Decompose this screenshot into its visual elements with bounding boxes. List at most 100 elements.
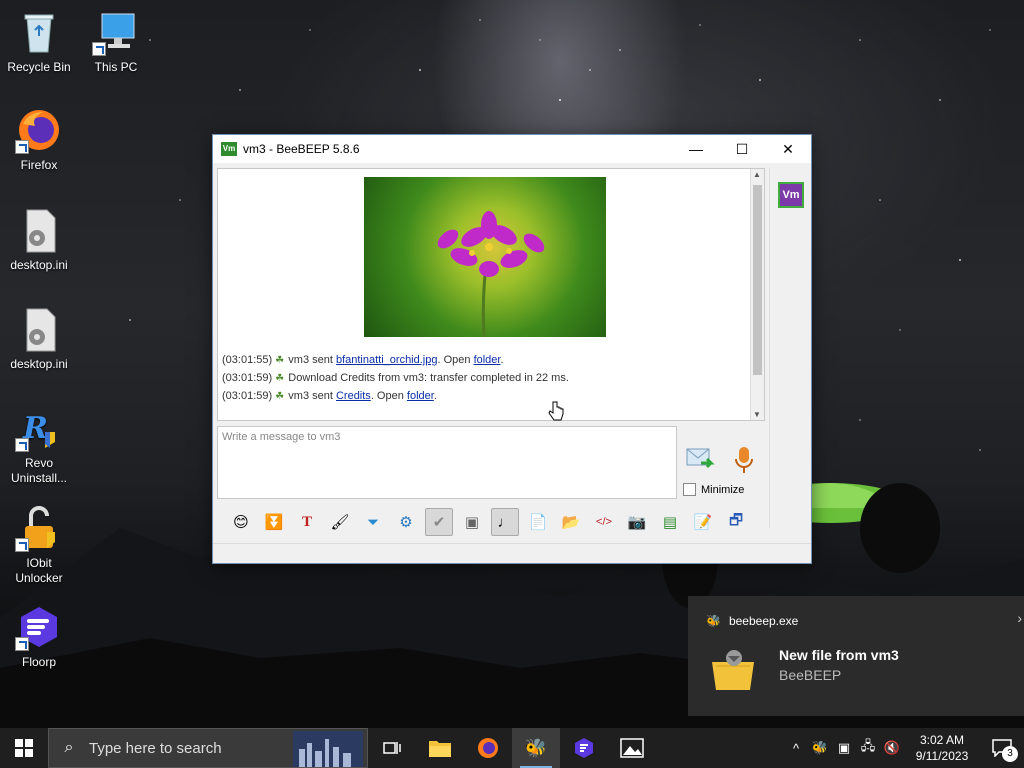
desktop-icon-label: IObit Unlocker: [15, 556, 63, 585]
chat-message: (03:01:59) ☘ Download Credits from vm3: …: [222, 372, 569, 384]
minimize-checkbox[interactable]: [683, 483, 696, 496]
file-link[interactable]: Credits: [336, 390, 371, 402]
send-file-icon[interactable]: ⏬: [260, 508, 288, 536]
message-input-placeholder: Write a message to vm3: [222, 431, 341, 443]
notification-toast[interactable]: 🐝 beebeep.exe › New file from vm3 BeeBEE…: [688, 596, 1024, 716]
computer-icon: [92, 8, 140, 56]
save-chat-icon[interactable]: 📄: [524, 508, 552, 536]
action-center-button[interactable]: 3: [980, 728, 1024, 768]
window-detach-icon[interactable]: 🗗: [722, 508, 750, 536]
start-button[interactable]: [0, 728, 48, 768]
font-color-icon[interactable]: 🖌: [326, 508, 354, 536]
taskbar-photos[interactable]: [608, 728, 656, 768]
minimize-button[interactable]: —: [673, 135, 719, 163]
send-message-icon[interactable]: [685, 445, 717, 473]
chat-message: (03:01:59) ☘ vm3 sent Credits. Open fold…: [222, 390, 437, 402]
desktop-icon-revo-uninstaller[interactable]: R Revo Uninstall...: [1, 404, 77, 486]
file-link[interactable]: bfantinatti_orchid.jpg: [336, 354, 438, 366]
toast-title: New file from vm3: [779, 647, 899, 663]
firefox-icon: [15, 106, 63, 154]
html-code-icon[interactable]: </>: [590, 508, 618, 536]
shortcut-arrow-icon: [15, 140, 29, 154]
minimize-label: Minimize: [701, 483, 745, 496]
desktop-icon-iobit-unlocker[interactable]: IObit Unlocker: [1, 504, 77, 586]
settings-icon[interactable]: ⚙: [392, 508, 420, 536]
new-file-icon: [710, 648, 756, 692]
taskbar-floorp[interactable]: [560, 728, 608, 768]
scroll-down-icon[interactable]: ▼: [753, 410, 761, 419]
taskbar: ⌕ Type here to search 🐝 ^ 🐝 ▣ 🖧 🔇 3:02 A…: [0, 728, 1024, 768]
photos-icon: [620, 738, 644, 758]
terminal-icon[interactable]: ▤: [656, 508, 684, 536]
maximize-button[interactable]: ☐: [719, 135, 765, 163]
note-icon[interactable]: 📝: [689, 508, 717, 536]
toast-subtitle: BeeBEEP: [779, 667, 842, 683]
firefox-icon: [478, 738, 498, 758]
clock-time: 3:02 AM: [919, 733, 965, 747]
floorp-icon: [15, 603, 63, 651]
volume-muted-icon[interactable]: 🔇: [880, 740, 904, 756]
taskbar-firefox[interactable]: [464, 728, 512, 768]
show-hidden-icons-icon[interactable]: ^: [784, 741, 808, 756]
settings-file-icon: [15, 305, 63, 353]
taskbar-beebeep[interactable]: 🐝: [512, 728, 560, 768]
toast-header: 🐝 beebeep.exe: [706, 614, 798, 628]
notification-count-badge: 3: [1002, 746, 1018, 762]
filter-icon[interactable]: ⏷: [359, 508, 387, 536]
message-input[interactable]: Write a message to vm3: [217, 426, 677, 499]
search-icon: ⌕: [64, 739, 74, 756]
scrollbar-thumb[interactable]: [753, 185, 762, 375]
spellcheck-icon[interactable]: ✔: [425, 508, 453, 536]
desktop-icon-desktop-ini-2[interactable]: desktop.ini: [1, 305, 77, 372]
sound-icon[interactable]: ♩: [491, 508, 519, 536]
desktop-icon-label: Revo Uninstall...: [10, 456, 68, 485]
chat-toolbar: 😊 ⏬ T 🖌 ⏷ ⚙ ✔ ▣ ♩ 📄 📂 </> 📷 ▤ 📝 🗗: [217, 505, 807, 539]
share-folder-icon[interactable]: 📂: [557, 508, 585, 536]
desktop-icon-this-pc[interactable]: This PC: [78, 8, 154, 75]
desktop-icon-label: Floorp: [21, 655, 56, 669]
clock[interactable]: 3:02 AM 9/11/2023: [904, 732, 980, 764]
font-icon[interactable]: T: [293, 508, 321, 536]
task-view-button[interactable]: [368, 728, 416, 768]
app-icon: Vm: [221, 142, 237, 156]
open-folder-link[interactable]: folder: [474, 354, 501, 366]
bee-icon: 🐝: [524, 737, 548, 758]
user-avatar-vm3[interactable]: Vm: [778, 182, 804, 208]
desktop-icon-recycle-bin[interactable]: Recycle Bin: [1, 8, 77, 75]
desktop-icon-label: Firefox: [20, 158, 58, 172]
microphone-icon[interactable]: [733, 445, 755, 475]
file-transfer-icon: ☘: [275, 355, 285, 366]
close-button[interactable]: ✕: [765, 135, 811, 163]
desktop-icon-desktop-ini-1[interactable]: desktop.ini: [1, 206, 77, 273]
user-list-panel: Vm: [769, 168, 809, 528]
shortcut-arrow-icon: [15, 538, 29, 552]
window-title: vm3 - BeeBEEP 5.8.6: [243, 142, 360, 156]
desktop-icon-label: desktop.ini: [10, 357, 68, 371]
minimize-checkbox-row[interactable]: Minimize: [683, 483, 744, 496]
network-icon[interactable]: 🖧: [856, 737, 880, 759]
desktop-icon-firefox[interactable]: Firefox: [1, 106, 77, 173]
desktop-icon-floorp[interactable]: Floorp: [1, 603, 77, 670]
emoticon-icon[interactable]: 😊: [227, 508, 255, 536]
file-transfer-icon: ☘: [275, 391, 285, 402]
toast-app-name: beebeep.exe: [728, 614, 799, 628]
beebeep-window: Vm vm3 - BeeBEEP 5.8.6 — ☐ ✕ (03:01:55) …: [212, 134, 812, 564]
toast-close-icon[interactable]: ›: [1017, 610, 1022, 626]
received-image-orchid[interactable]: [364, 177, 606, 337]
status-bar: [213, 543, 811, 563]
shortcut-arrow-icon: [15, 637, 29, 651]
folder-icon: [429, 741, 451, 757]
autocomplete-icon[interactable]: ▣: [458, 508, 486, 536]
bee-tray-icon[interactable]: 🐝: [808, 740, 832, 756]
open-folder-link[interactable]: folder: [407, 390, 434, 402]
screenshot-icon[interactable]: 📷: [623, 508, 651, 536]
taskbar-search[interactable]: ⌕ Type here to search: [48, 728, 368, 768]
chat-scrollbar[interactable]: ▲ ▼: [750, 169, 764, 420]
desktop-icon-label: Recycle Bin: [7, 60, 71, 74]
scroll-up-icon[interactable]: ▲: [753, 170, 761, 179]
taskbar-file-explorer[interactable]: [416, 728, 464, 768]
chat-history[interactable]: (03:01:55) ☘ vm3 sent bfantinatti_orchid…: [217, 168, 765, 421]
title-bar[interactable]: Vm vm3 - BeeBEEP 5.8.6 — ☐ ✕: [213, 135, 811, 163]
meet-now-icon[interactable]: ▣: [832, 740, 856, 756]
recycle-bin-icon: [15, 8, 63, 56]
